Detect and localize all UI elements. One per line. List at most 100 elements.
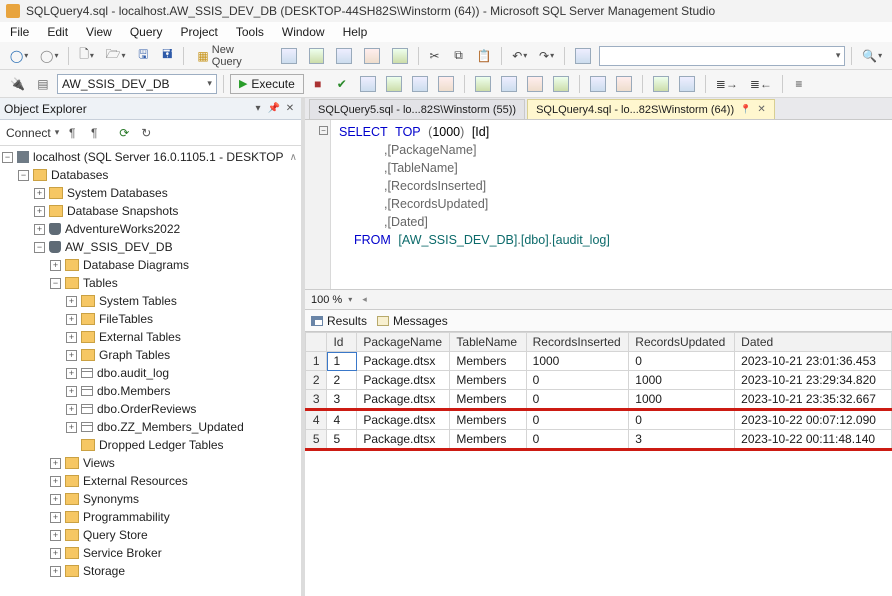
undo-button[interactable]: ↶▾: [508, 46, 531, 66]
splitter-icon[interactable]: ◂: [362, 294, 369, 305]
cell-dated[interactable]: 2023-10-22 00:11:48.140: [735, 430, 892, 450]
tree-dropped-ledger[interactable]: Dropped Ledger Tables: [99, 438, 224, 452]
expand-icon[interactable]: +: [50, 548, 61, 559]
tree-tables[interactable]: Tables: [83, 276, 118, 290]
tree-table-zz-members[interactable]: dbo.ZZ_Members_Updated: [97, 420, 244, 434]
expand-icon[interactable]: +: [50, 260, 61, 271]
cell-packagename[interactable]: Package.dtsx: [357, 352, 450, 371]
cell-recordsinserted[interactable]: 0: [526, 390, 629, 410]
tab-results[interactable]: Results: [311, 311, 367, 331]
cell-recordsupdated[interactable]: 0: [629, 352, 735, 371]
cell-recordsinserted[interactable]: 1000: [526, 352, 629, 371]
table-row[interactable]: 55Package.dtsxMembers032023-10-22 00:11:…: [306, 430, 892, 450]
table-row[interactable]: 33Package.dtsxMembers010002023-10-21 23:…: [306, 390, 892, 410]
intellisense-icon[interactable]: [408, 74, 432, 94]
solution-config-combo[interactable]: [599, 46, 846, 66]
menu-help[interactable]: Help: [343, 25, 368, 39]
properties-icon[interactable]: [571, 46, 595, 66]
increase-indent-icon[interactable]: ≣→: [712, 74, 742, 94]
zoom-value[interactable]: 100 %: [311, 294, 342, 306]
query-options-icon[interactable]: [382, 74, 406, 94]
copy-button[interactable]: ⧉: [449, 46, 469, 66]
db-engine-query-icon[interactable]: [277, 46, 301, 66]
cell-recordsinserted[interactable]: 0: [526, 430, 629, 450]
sql-editor[interactable]: − SELECT TOP (1000) [Id] ,[PackageName] …: [305, 120, 892, 290]
tree-graph-tables[interactable]: Graph Tables: [99, 348, 170, 362]
tab-sqlquery4[interactable]: SQLQuery4.sql - lo...82S\Winstorm (64))📍…: [527, 99, 775, 119]
expand-icon[interactable]: +: [50, 494, 61, 505]
chevron-down-icon[interactable]: ▾: [348, 295, 352, 304]
tree-server[interactable]: localhost (SQL Server 16.0.1105.1 - DESK…: [33, 150, 284, 164]
save-button[interactable]: 🖫: [133, 46, 153, 66]
cut-button[interactable]: ✂: [425, 46, 445, 66]
new-query-button[interactable]: ▦ New Query: [190, 46, 272, 66]
cell-tablename[interactable]: Members: [450, 371, 526, 390]
comment-icon[interactable]: [612, 74, 636, 94]
cell-id[interactable]: 4: [327, 410, 357, 430]
menu-query[interactable]: Query: [130, 25, 163, 39]
cell-dated[interactable]: 2023-10-21 23:35:32.667: [735, 390, 892, 410]
menu-view[interactable]: View: [86, 25, 112, 39]
cell-tablename[interactable]: Members: [450, 390, 526, 410]
expand-icon[interactable]: +: [66, 368, 77, 379]
object-explorer-tree[interactable]: −localhost (SQL Server 16.0.1105.1 - DES…: [0, 146, 301, 596]
tree-service-broker[interactable]: Service Broker: [83, 546, 162, 560]
cell-dated[interactable]: 2023-10-22 00:07:12.090: [735, 410, 892, 430]
cell-recordsinserted[interactable]: 0: [526, 410, 629, 430]
available-db-icon[interactable]: ▤: [33, 74, 53, 94]
expand-icon[interactable]: +: [50, 458, 61, 469]
tree-table-members[interactable]: dbo.Members: [97, 384, 170, 398]
tree-programmability[interactable]: Programmability: [83, 510, 170, 524]
expand-icon[interactable]: +: [34, 224, 45, 235]
expand-icon[interactable]: +: [50, 530, 61, 541]
xmla-query-icon[interactable]: [360, 46, 384, 66]
tree-table-orderreviews[interactable]: dbo.OrderReviews: [97, 402, 196, 416]
cell-dated[interactable]: 2023-10-21 23:29:34.820: [735, 371, 892, 390]
col-recordsinserted[interactable]: RecordsInserted: [526, 333, 629, 352]
open-button[interactable]: 🗁▾: [102, 46, 130, 66]
tab-sqlquery5[interactable]: SQLQuery5.sql - lo...82S\Winstorm (55)): [309, 99, 525, 119]
connect-filter-icon[interactable]: ¶: [63, 124, 81, 142]
tree-awssis[interactable]: AW_SSIS_DEV_DB: [65, 240, 173, 254]
expand-icon[interactable]: −: [18, 170, 29, 181]
cell-tablename[interactable]: Members: [450, 410, 526, 430]
expand-icon[interactable]: +: [66, 386, 77, 397]
cell-packagename[interactable]: Package.dtsx: [357, 430, 450, 450]
include-plan-icon[interactable]: [434, 74, 458, 94]
tree-views[interactable]: Views: [83, 456, 115, 470]
row-number[interactable]: 1: [306, 352, 327, 371]
connect-stop-icon[interactable]: ⟳: [115, 124, 133, 142]
display-plan-icon[interactable]: [356, 74, 380, 94]
panel-pin-icon[interactable]: 📌: [267, 102, 281, 116]
find-button[interactable]: 🔍▾: [858, 46, 886, 66]
table-row[interactable]: 11Package.dtsxMembers100002023-10-21 23:…: [306, 352, 892, 371]
pin-icon[interactable]: 📍: [740, 104, 751, 115]
tree-databases[interactable]: Databases: [51, 168, 108, 182]
parse-button[interactable]: ✔: [332, 74, 352, 94]
col-dated[interactable]: Dated: [735, 333, 892, 352]
include-stats-icon[interactable]: [471, 74, 495, 94]
cell-dated[interactable]: 2023-10-21 23:01:36.453: [735, 352, 892, 371]
cell-recordsupdated[interactable]: 3: [629, 430, 735, 450]
nav-fwd-button[interactable]: ◯▾: [36, 46, 62, 66]
expand-icon[interactable]: +: [66, 332, 77, 343]
paste-button[interactable]: 📋: [473, 46, 496, 66]
row-number[interactable]: 3: [306, 390, 327, 410]
expand-icon[interactable]: −: [34, 242, 45, 253]
surround-icon[interactable]: ≡: [789, 74, 809, 94]
expand-icon[interactable]: +: [66, 350, 77, 361]
results-grid[interactable]: Id PackageName TableName RecordsInserted…: [305, 332, 892, 596]
row-number[interactable]: 2: [306, 371, 327, 390]
cell-tablename[interactable]: Members: [450, 430, 526, 450]
row-number[interactable]: 5: [306, 430, 327, 450]
expand-icon[interactable]: +: [66, 404, 77, 415]
expand-icon[interactable]: +: [66, 296, 77, 307]
expand-icon[interactable]: +: [50, 566, 61, 577]
expand-icon[interactable]: +: [34, 188, 45, 199]
change-connection-icon[interactable]: 🔌: [6, 74, 29, 94]
specify-values-icon[interactable]: ≣←: [746, 74, 776, 94]
cell-packagename[interactable]: Package.dtsx: [357, 390, 450, 410]
mdx-query-icon[interactable]: [305, 46, 329, 66]
tree-external-tables[interactable]: External Tables: [99, 330, 181, 344]
decrease-indent-icon[interactable]: [675, 74, 699, 94]
